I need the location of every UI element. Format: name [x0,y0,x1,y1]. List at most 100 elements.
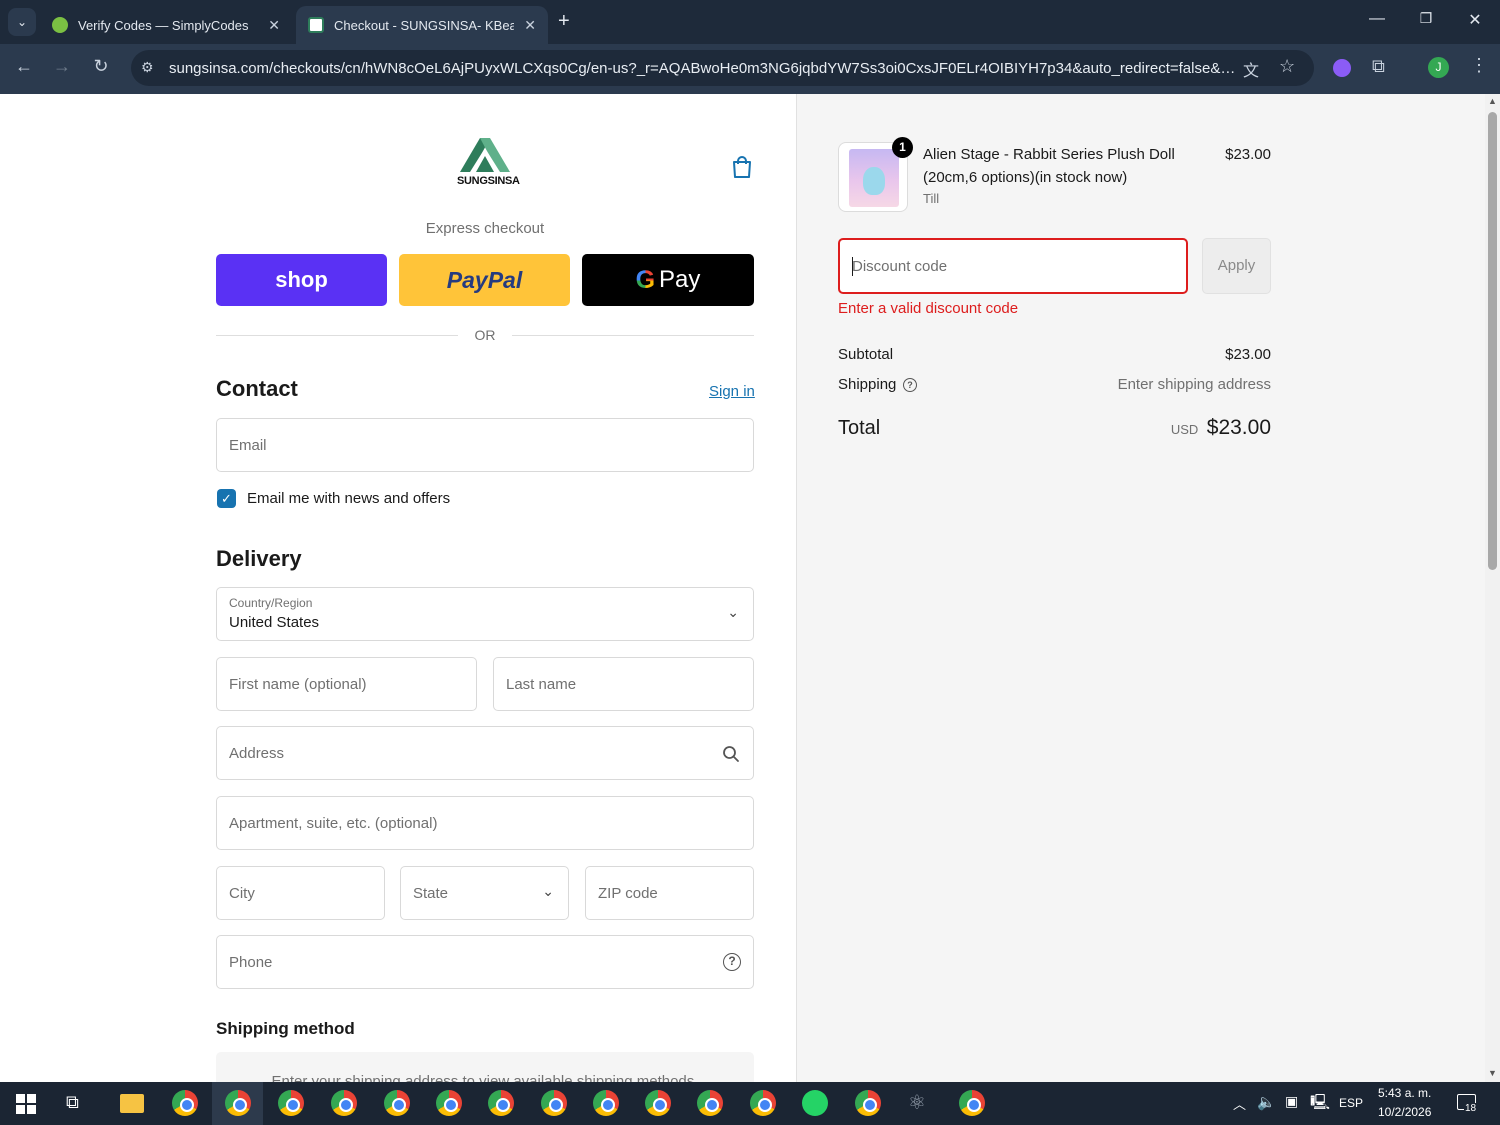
tab-search-button[interactable]: ⌄ [8,8,36,36]
subtotal-value: $23.00 [1225,346,1271,363]
scroll-up-arrow-icon[interactable]: ▲ [1488,96,1497,106]
discount-error-text: Enter a valid discount code [838,300,1019,317]
or-divider-right [512,335,754,336]
close-window-icon[interactable]: ✕ [1463,10,1487,30]
address-field[interactable]: Address [216,726,754,780]
back-icon[interactable]: ← [11,56,37,77]
chrome-profile-icon[interactable] [750,1090,776,1116]
store-logo[interactable]: SUNGSINSA [455,138,520,190]
delivery-heading: Delivery [216,546,302,571]
clock-time[interactable]: 5:43 a. m. [1378,1086,1431,1100]
total-amount: USD $23.00 [1051,416,1271,440]
page-scrollbar[interactable]: ▲ ▼ [1485,94,1500,1082]
extensions-puzzle-icon[interactable]: ⧉ [1372,56,1385,77]
contact-heading: Contact [216,376,298,401]
country-label: Country/Region [229,596,313,610]
tab-title: Verify Codes — SimplyCodes [78,17,249,33]
google-pay-button[interactable]: G Pay [582,254,754,306]
atom-app-icon[interactable]: ⚛ [908,1090,926,1115]
language-indicator[interactable]: ESP [1339,1096,1363,1110]
product-name-line1: Alien Stage - Rabbit Series Plush Doll [923,146,1175,163]
shop-pay-button[interactable]: shop [216,254,387,306]
quantity-badge: 1 [892,137,913,158]
shipping-help-icon[interactable]: ? [903,378,917,392]
apply-discount-button[interactable]: Apply [1202,238,1271,294]
restore-icon[interactable]: ❐ [1414,10,1438,27]
chrome-profile-icon[interactable] [593,1090,619,1116]
network-icon[interactable]: 🖳 [1310,1092,1330,1117]
chrome-profile-icon[interactable] [331,1090,357,1116]
chrome-profile-icon[interactable] [697,1090,723,1116]
chrome-profile-icon[interactable] [645,1090,671,1116]
tab-title: Checkout - SUNGSINSA- KBeau [334,17,515,33]
task-view-icon[interactable]: ⧉ [66,1092,79,1113]
product-variant: Till [923,191,940,206]
chevron-down-icon: ⌄ [727,604,739,620]
apartment-field[interactable]: Apartment, suite, etc. (optional) [216,796,754,850]
scrollbar-thumb[interactable] [1488,112,1497,570]
chrome-profile-icon[interactable] [436,1090,462,1116]
volume-icon[interactable]: 🔈 [1257,1093,1276,1111]
search-icon [723,746,739,762]
shipping-label: Shipping [838,376,897,393]
city-field[interactable]: City [216,866,385,920]
newsletter-checkbox[interactable]: ✓ [217,489,236,508]
help-circle-icon[interactable]: ? [723,953,741,971]
state-select[interactable]: State ⌄ [400,866,569,920]
shipping-method-heading: Shipping method [216,1019,355,1038]
last-name-field[interactable]: Last name [493,657,754,711]
chrome-profile-icon[interactable] [541,1090,567,1116]
close-tab-icon[interactable]: ✕ [268,17,280,34]
bookmark-star-icon[interactable]: ☆ [1279,56,1295,77]
total-value: $23.00 [1206,416,1271,439]
cart-bag-icon[interactable] [731,155,753,179]
close-tab-icon[interactable]: ✕ [524,17,536,34]
order-summary-panel: 1 Alien Stage - Rabbit Series Plush Doll… [796,94,1485,1082]
translate-icon[interactable]: 文 [1243,57,1259,81]
chrome-icon[interactable] [959,1090,985,1116]
extension-icon[interactable] [1333,59,1351,77]
reload-icon[interactable]: ↻ [88,56,114,77]
chrome-profile-icon[interactable] [225,1090,251,1116]
scroll-down-arrow-icon[interactable]: ▼ [1488,1068,1497,1078]
paypal-button[interactable]: PayPal [399,254,570,306]
whatsapp-icon[interactable] [802,1090,828,1116]
email-field[interactable]: Email [216,418,754,472]
minimize-icon[interactable]: — [1365,10,1389,28]
tab-checkout[interactable]: Checkout - SUNGSINSA- KBeau ✕ [296,6,548,44]
zip-code-field[interactable]: ZIP code [585,866,754,920]
first-name-field[interactable]: First name (optional) [216,657,477,711]
chrome-profile-icon[interactable] [384,1090,410,1116]
newsletter-label[interactable]: Email me with news and offers [247,490,450,507]
google-g-icon: G [635,265,656,294]
meet-now-icon[interactable]: ▣ [1285,1093,1298,1110]
browser-menu-icon[interactable]: ⋮ [1470,55,1488,76]
system-tray-chevron-icon[interactable]: ︿ [1233,1094,1246,1113]
shipping-method-message: Enter your shipping address to view avai… [271,1073,699,1082]
site-settings-icon[interactable]: ⚙ [141,59,154,76]
forward-icon[interactable]: → [49,56,75,77]
chrome-profile-icon[interactable] [278,1090,304,1116]
chrome-icon[interactable] [172,1090,198,1116]
total-label: Total [838,417,881,439]
sign-in-link[interactable]: Sign in [709,383,755,400]
chrome-profile-icon[interactable] [488,1090,514,1116]
checkout-page: SUNGSINSA Express checkout shop PayPal G… [0,94,1485,1082]
shipping-value: Enter shipping address [1117,376,1271,393]
chrome-profile-icon[interactable] [855,1090,881,1116]
subtotal-label: Subtotal [838,346,894,363]
new-tab-icon[interactable]: + [558,10,570,33]
address-placeholder: Address [229,744,285,762]
shipping-method-box: Enter your shipping address to view avai… [216,1052,754,1082]
profile-avatar[interactable]: J [1428,57,1449,78]
discount-code-input[interactable]: Discount code [838,238,1188,294]
windows-start-icon[interactable] [16,1094,36,1114]
file-explorer-icon[interactable] [120,1094,144,1113]
clock-date[interactable]: 10/2/2026 [1378,1105,1431,1119]
country-select[interactable]: Country/Region United States ⌄ [216,587,754,641]
address-bar[interactable]: ⚙ sungsinsa.com/checkouts/cn/hWN8cOeL6Aj… [131,50,1314,86]
tab-verify-codes[interactable]: Verify Codes — SimplyCodes ✕ [40,6,292,44]
store-logo-text: SUNGSINSA [457,175,520,187]
total-currency: USD [1170,422,1199,437]
phone-field[interactable]: Phone ? [216,935,754,989]
